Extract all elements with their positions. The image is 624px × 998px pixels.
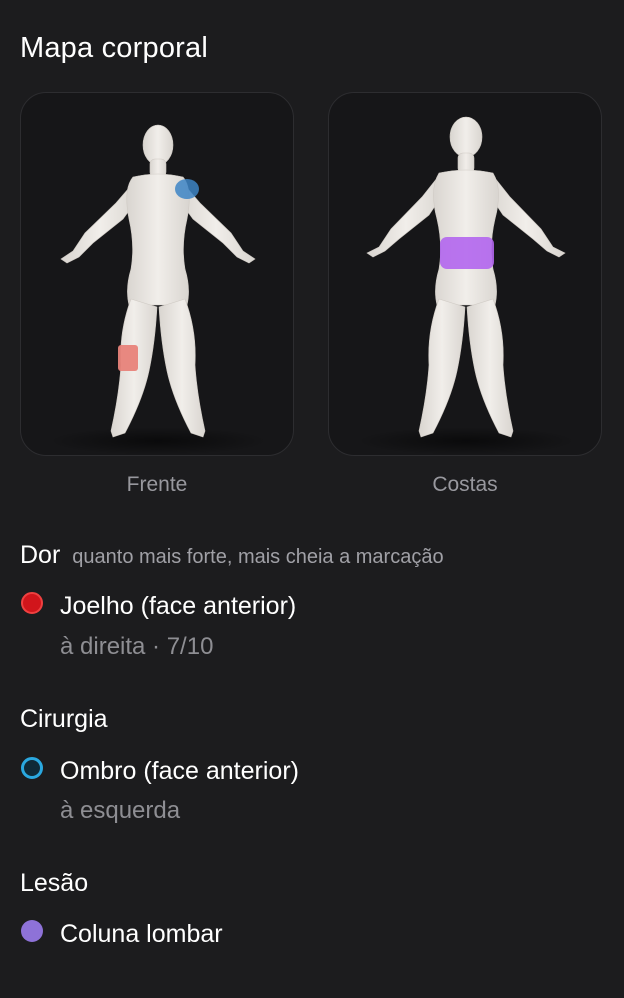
page-title: Mapa corporal [20,32,208,64]
pain-entry-detail: à direita · 7/10 [60,633,214,660]
injury-dot-icon [21,920,43,942]
back-view-label: Costas [432,473,498,496]
section-title-lesao: Lesão [20,869,89,897]
body-front-card[interactable] [20,92,294,456]
pain-entry-name[interactable]: Joelho (face anterior) [60,592,296,621]
shoulder-marker[interactable] [175,179,199,199]
section-title-dor: Dor quanto mais forte, mais cheia a marca… [20,541,444,570]
surgery-ring-icon [21,757,43,779]
injury-entry-name[interactable]: Coluna lombar [60,920,223,949]
section-dor-title: Dor [20,541,61,569]
body-back-figure [356,116,576,455]
body-front-figure [48,124,268,455]
front-view-label: Frente [126,473,188,496]
section-dor-hint: quanto mais forte, mais cheia a marcação [72,546,444,568]
pain-dot-icon [21,592,43,614]
knee-marker[interactable] [118,345,138,371]
section-title-cirurgia: Cirurgia [20,705,108,733]
surgery-entry-detail: à esquerda [60,797,181,824]
lumbar-marker[interactable] [440,237,494,269]
surgery-entry-name[interactable]: Ombro (face anterior) [60,757,299,786]
body-back-card[interactable] [328,92,602,456]
